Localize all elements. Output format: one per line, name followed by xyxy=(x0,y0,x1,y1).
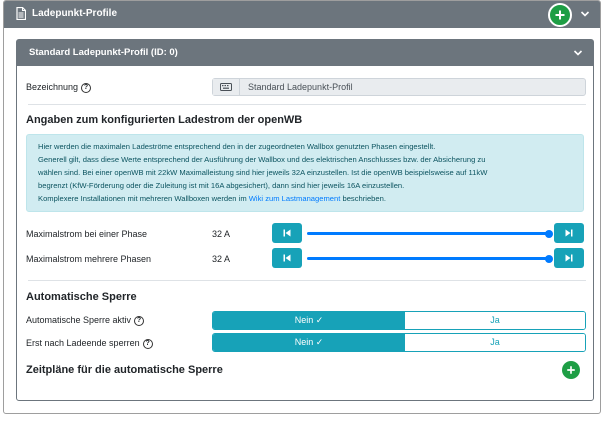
info-line-suffix: beschrieben. xyxy=(340,194,386,203)
divider xyxy=(28,104,586,105)
plus-icon xyxy=(555,10,565,20)
info-alert: Hier werden die maximalen Ladeströme ent… xyxy=(26,134,584,212)
step-backward-icon xyxy=(283,229,291,237)
chevron-down-icon[interactable] xyxy=(580,9,590,19)
check-icon: ✓ xyxy=(313,315,324,325)
name-label-text: Bezeichnung xyxy=(26,82,79,92)
step-forward-icon xyxy=(565,229,573,237)
single-phase-value: 32 A xyxy=(212,229,231,239)
profiles-card-title: Ladepunkt-Profile xyxy=(32,8,118,19)
single-phase-increase-button[interactable] xyxy=(554,223,584,243)
lock-active-option-no[interactable]: Nein ✓ xyxy=(213,312,405,329)
multi-phase-slider-track[interactable] xyxy=(307,257,549,260)
option-label: Ja xyxy=(490,315,500,325)
multi-phase-increase-button[interactable] xyxy=(554,248,584,268)
current-heading: Angaben zum konfigurierten Ladestrom der… xyxy=(26,114,303,126)
info-line: begrenzt (KfW-Förderung oder die Zuleitu… xyxy=(38,181,405,190)
name-field[interactable]: Standard Ladepunkt-Profil xyxy=(212,78,586,96)
info-line: Generell gilt, dass diese Werte entsprec… xyxy=(38,155,486,164)
option-label: Nein xyxy=(294,315,314,325)
name-field-value: Standard Ladepunkt-Profil xyxy=(248,82,353,92)
lock-after-charge-option-yes[interactable]: Ja xyxy=(405,334,585,351)
single-phase-label: Maximalstrom bei einer Phase xyxy=(26,229,148,239)
lock-active-label-text: Automatische Sperre aktiv xyxy=(26,315,132,325)
multi-phase-decrease-button[interactable] xyxy=(272,248,302,268)
option-label: Nein xyxy=(294,337,314,347)
name-field-addon xyxy=(213,79,240,95)
chevron-down-icon[interactable] xyxy=(573,48,583,58)
lock-after-charge-option-no[interactable]: Nein ✓ xyxy=(213,334,405,351)
info-line: Hier werden die maximalen Ladeströme ent… xyxy=(38,142,436,151)
profile-card-header[interactable]: Standard Ladepunkt-Profil (ID: 0) xyxy=(17,40,593,66)
lock-active-toggle[interactable]: Nein ✓ Ja xyxy=(212,311,586,330)
single-phase-slider-track[interactable] xyxy=(307,232,549,235)
step-forward-icon xyxy=(565,254,573,262)
lock-active-label: Automatische Sperre aktiv? xyxy=(26,315,145,326)
profile-card-title: Standard Ladepunkt-Profil (ID: 0) xyxy=(29,47,178,58)
lock-after-charge-label: Erst nach Ladeende sperren? xyxy=(26,338,153,349)
schedule-heading: Zeitpläne für die automatische Sperre xyxy=(26,364,223,376)
lock-after-charge-label-text: Erst nach Ladeende sperren xyxy=(26,338,140,348)
multi-phase-slider-thumb[interactable] xyxy=(545,255,553,263)
single-phase-slider-thumb[interactable] xyxy=(545,230,553,238)
profiles-card: Ladepunkt-Profile Standard Ladepunkt-Pro… xyxy=(3,0,601,414)
step-backward-icon xyxy=(283,254,291,262)
wiki-link[interactable]: Wiki zum Lastmanagement xyxy=(249,194,341,203)
help-icon[interactable]: ? xyxy=(81,82,92,93)
lock-active-option-yes[interactable]: Ja xyxy=(405,312,585,329)
plus-icon xyxy=(567,366,575,374)
lock-heading: Automatische Sperre xyxy=(26,291,137,303)
lock-after-charge-toggle[interactable]: Nein ✓ Ja xyxy=(212,333,586,352)
help-icon[interactable]: ? xyxy=(142,338,153,349)
document-icon xyxy=(16,7,26,20)
divider xyxy=(28,280,586,281)
info-line-prefix: Komplexere Installationen mit mehreren W… xyxy=(38,194,249,203)
info-line: Komplexere Installationen mit mehreren W… xyxy=(38,192,583,205)
option-label: Ja xyxy=(490,337,500,347)
keyboard-icon xyxy=(220,83,232,91)
add-schedule-button[interactable] xyxy=(562,361,580,379)
profiles-card-header[interactable]: Ladepunkt-Profile xyxy=(4,1,600,28)
multi-phase-value: 32 A xyxy=(212,254,231,264)
single-phase-decrease-button[interactable] xyxy=(272,223,302,243)
check-icon: ✓ xyxy=(313,337,324,347)
name-label: Bezeichnung? xyxy=(26,82,92,93)
add-profile-button[interactable] xyxy=(548,3,572,27)
help-icon[interactable]: ? xyxy=(134,315,145,326)
multi-phase-label: Maximalstrom mehrere Phasen xyxy=(26,254,152,264)
info-line: wählen sind. Bei einer openWB mit 22kW M… xyxy=(38,168,488,177)
